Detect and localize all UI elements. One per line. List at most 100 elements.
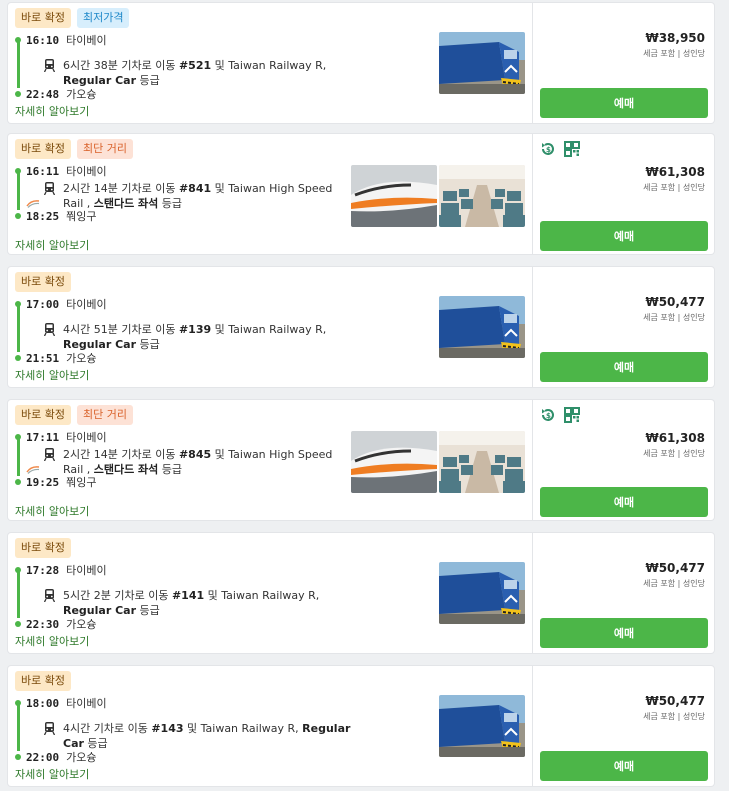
arrival-row: 22:00 가오슝 xyxy=(26,751,97,765)
ride-description: 5시간 2분 기차로 이동 #141 및 Taiwan Railway R, R… xyxy=(43,588,354,618)
departure-row: 17:00 타이베이 xyxy=(26,298,107,312)
book-button[interactable]: 예매 xyxy=(540,618,708,648)
badges: 바로 확정 최저가격 xyxy=(15,8,130,28)
arrival-station: 쭤잉구 xyxy=(66,476,97,489)
details-link[interactable]: 자세히 알아보기 xyxy=(15,103,89,119)
price-panel: ₩50,477 세금 포함 | 성인당예매 xyxy=(532,267,714,387)
departure-dot xyxy=(15,700,21,706)
result-card[interactable]: 바로 확정 18:00 타이베이 22:00 가오슝 4시간 기차로 이동 #143 및 … xyxy=(8,666,714,786)
arrival-station: 가오슝 xyxy=(66,88,97,101)
trip-details: 바로 확정 최단 거리 17:11 타이베이 19:25 쭤잉구 2시간 14분 기차로 이… xyxy=(8,400,532,520)
ride-description: 4시간 기차로 이동 #143 및 Taiwan Railway R, Regu… xyxy=(43,721,354,751)
badges: 바로 확정 최단 거리 xyxy=(15,139,133,159)
trip-details: 바로 확정 17:28 타이베이 22:30 가오슝 5시간 2분 기차로 이동 #141… xyxy=(8,533,532,653)
result-card[interactable]: 바로 확정 최단 거리 16:11 타이베이 18:25 쭤잉구 2시간 14분 기차로 이… xyxy=(8,134,714,254)
ride-text: 6시간 38분 기차로 이동 #521 및 Taiwan Railway R, … xyxy=(63,59,327,87)
arrival-station: 쭤잉구 xyxy=(66,210,97,223)
departure-station: 타이베이 xyxy=(66,697,107,710)
timeline-line xyxy=(17,171,20,210)
ticket-feature-icons: $ xyxy=(540,407,580,427)
badges: 바로 확정 xyxy=(15,272,71,292)
train-number: #141 xyxy=(171,589,205,602)
details-link[interactable]: 자세히 알아보기 xyxy=(15,633,89,649)
train-icon xyxy=(43,323,56,340)
ride-text: 4시간 51분 기차로 이동 #139 및 Taiwan Railway R, … xyxy=(63,323,327,351)
train-number: #845 xyxy=(178,448,212,461)
instant-confirm-badge: 바로 확정 xyxy=(15,139,71,159)
arrival-station: 가오슝 xyxy=(66,618,97,631)
price-note: 세금 포함 | 성인당 xyxy=(643,183,705,192)
seat-interior-photo xyxy=(439,431,525,493)
book-button[interactable]: 예매 xyxy=(540,352,708,382)
train-photo xyxy=(439,695,525,757)
train-icon xyxy=(43,448,56,465)
instant-confirm-badge: 바로 확정 xyxy=(15,671,71,691)
departure-dot xyxy=(15,434,21,440)
departure-time: 17:00 xyxy=(26,298,60,311)
arrival-row: 19:25 쭤잉구 xyxy=(26,476,97,490)
ride-text: 2시간 14분 기차로 이동 #845 및 Taiwan High Speed … xyxy=(63,448,333,476)
departure-row: 17:11 타이베이 xyxy=(26,431,107,445)
arrival-dot xyxy=(15,91,21,97)
details-link[interactable]: 자세히 알아보기 xyxy=(15,503,89,519)
train-icon xyxy=(43,589,56,606)
price-note: 세금 포함 | 성인당 xyxy=(643,313,705,322)
details-link[interactable]: 자세히 알아보기 xyxy=(15,367,89,383)
result-card[interactable]: 바로 확정 최저가격 16:10 타이베이 22:48 가오슝 6시간 38분 기차로 이동… xyxy=(8,3,714,123)
price-panel: ₩38,950 세금 포함 | 성인당예매 xyxy=(532,3,714,123)
arrival-row: 22:48 가오슝 xyxy=(26,88,97,102)
train-icon xyxy=(43,182,56,199)
svg-text:$: $ xyxy=(546,146,551,154)
book-button[interactable]: 예매 xyxy=(540,221,708,251)
departure-dot xyxy=(15,567,21,573)
arrival-station: 가오슝 xyxy=(66,352,97,365)
arrival-time: 22:00 xyxy=(26,751,60,764)
price-note: 세금 포함 | 성인당 xyxy=(643,579,705,588)
result-card[interactable]: 바로 확정 17:00 타이베이 21:51 가오슝 4시간 51분 기차로 이동 #13… xyxy=(8,267,714,387)
result-card[interactable]: 바로 확정 17:28 타이베이 22:30 가오슝 5시간 2분 기차로 이동 #141… xyxy=(8,533,714,653)
book-button[interactable]: 예매 xyxy=(540,88,708,118)
book-button[interactable]: 예매 xyxy=(540,751,708,781)
arrival-time: 21:51 xyxy=(26,352,60,365)
price-panel: $ ₩61,308 세금 포함 | 성인당예매 xyxy=(532,134,714,254)
price: ₩38,950 xyxy=(645,31,705,45)
train-photo xyxy=(439,562,525,624)
results-list: 바로 확정 최저가격 16:10 타이베이 22:48 가오슝 6시간 38분 기차로 이동… xyxy=(0,0,729,791)
price-panel: ₩50,477 세금 포함 | 성인당 예매 xyxy=(532,533,714,653)
seat-class: 스탠다드 좌석 xyxy=(93,197,159,210)
train-number: #521 xyxy=(178,59,212,72)
hsr-train-icon xyxy=(26,193,40,212)
train-number: #841 xyxy=(178,182,212,195)
departure-time: 17:28 xyxy=(26,564,60,577)
train-icon xyxy=(43,722,56,739)
arrival-dot xyxy=(15,621,21,627)
departure-row: 16:11 타이베이 xyxy=(26,165,107,179)
hsr-train-icon xyxy=(26,459,40,478)
timeline-line xyxy=(17,304,20,352)
badges: 바로 확정 최단 거리 xyxy=(15,405,133,425)
price: ₩61,308 xyxy=(645,165,705,179)
timeline-line xyxy=(17,703,20,751)
refund-icon: $ xyxy=(540,407,556,427)
train-icon xyxy=(43,59,56,76)
arrival-dot xyxy=(15,355,21,361)
qr-ticket-icon xyxy=(564,407,580,427)
book-button[interactable]: 예매 xyxy=(540,487,708,517)
departure-station: 타이베이 xyxy=(66,298,107,311)
trip-details: 바로 확정 최단 거리 16:11 타이베이 18:25 쭤잉구 2시간 14분 기차로 이… xyxy=(8,134,532,254)
trip-details: 바로 확정 18:00 타이베이 22:00 가오슝 4시간 기차로 이동 #143 및 … xyxy=(8,666,532,786)
departure-row: 17:28 타이베이 xyxy=(26,564,107,578)
details-link[interactable]: 자세히 알아보기 xyxy=(15,766,89,782)
price: ₩61,308 xyxy=(645,431,705,445)
instant-confirm-badge: 바로 확정 xyxy=(15,272,71,292)
ride-text: 4시간 기차로 이동 #143 및 Taiwan Railway R, Regu… xyxy=(63,722,351,750)
badges: 바로 확정 xyxy=(15,538,71,558)
price-note: 세금 포함 | 성인당 xyxy=(643,49,705,58)
price: ₩50,477 xyxy=(645,295,705,309)
arrival-time: 22:48 xyxy=(26,88,60,101)
arrival-time: 18:25 xyxy=(26,210,60,223)
hsr-train-photo xyxy=(351,431,437,493)
result-card[interactable]: 바로 확정 최단 거리 17:11 타이베이 19:25 쭤잉구 2시간 14분 기차로 이… xyxy=(8,400,714,520)
details-link[interactable]: 자세히 알아보기 xyxy=(15,237,89,253)
instant-confirm-badge: 바로 확정 xyxy=(15,538,71,558)
